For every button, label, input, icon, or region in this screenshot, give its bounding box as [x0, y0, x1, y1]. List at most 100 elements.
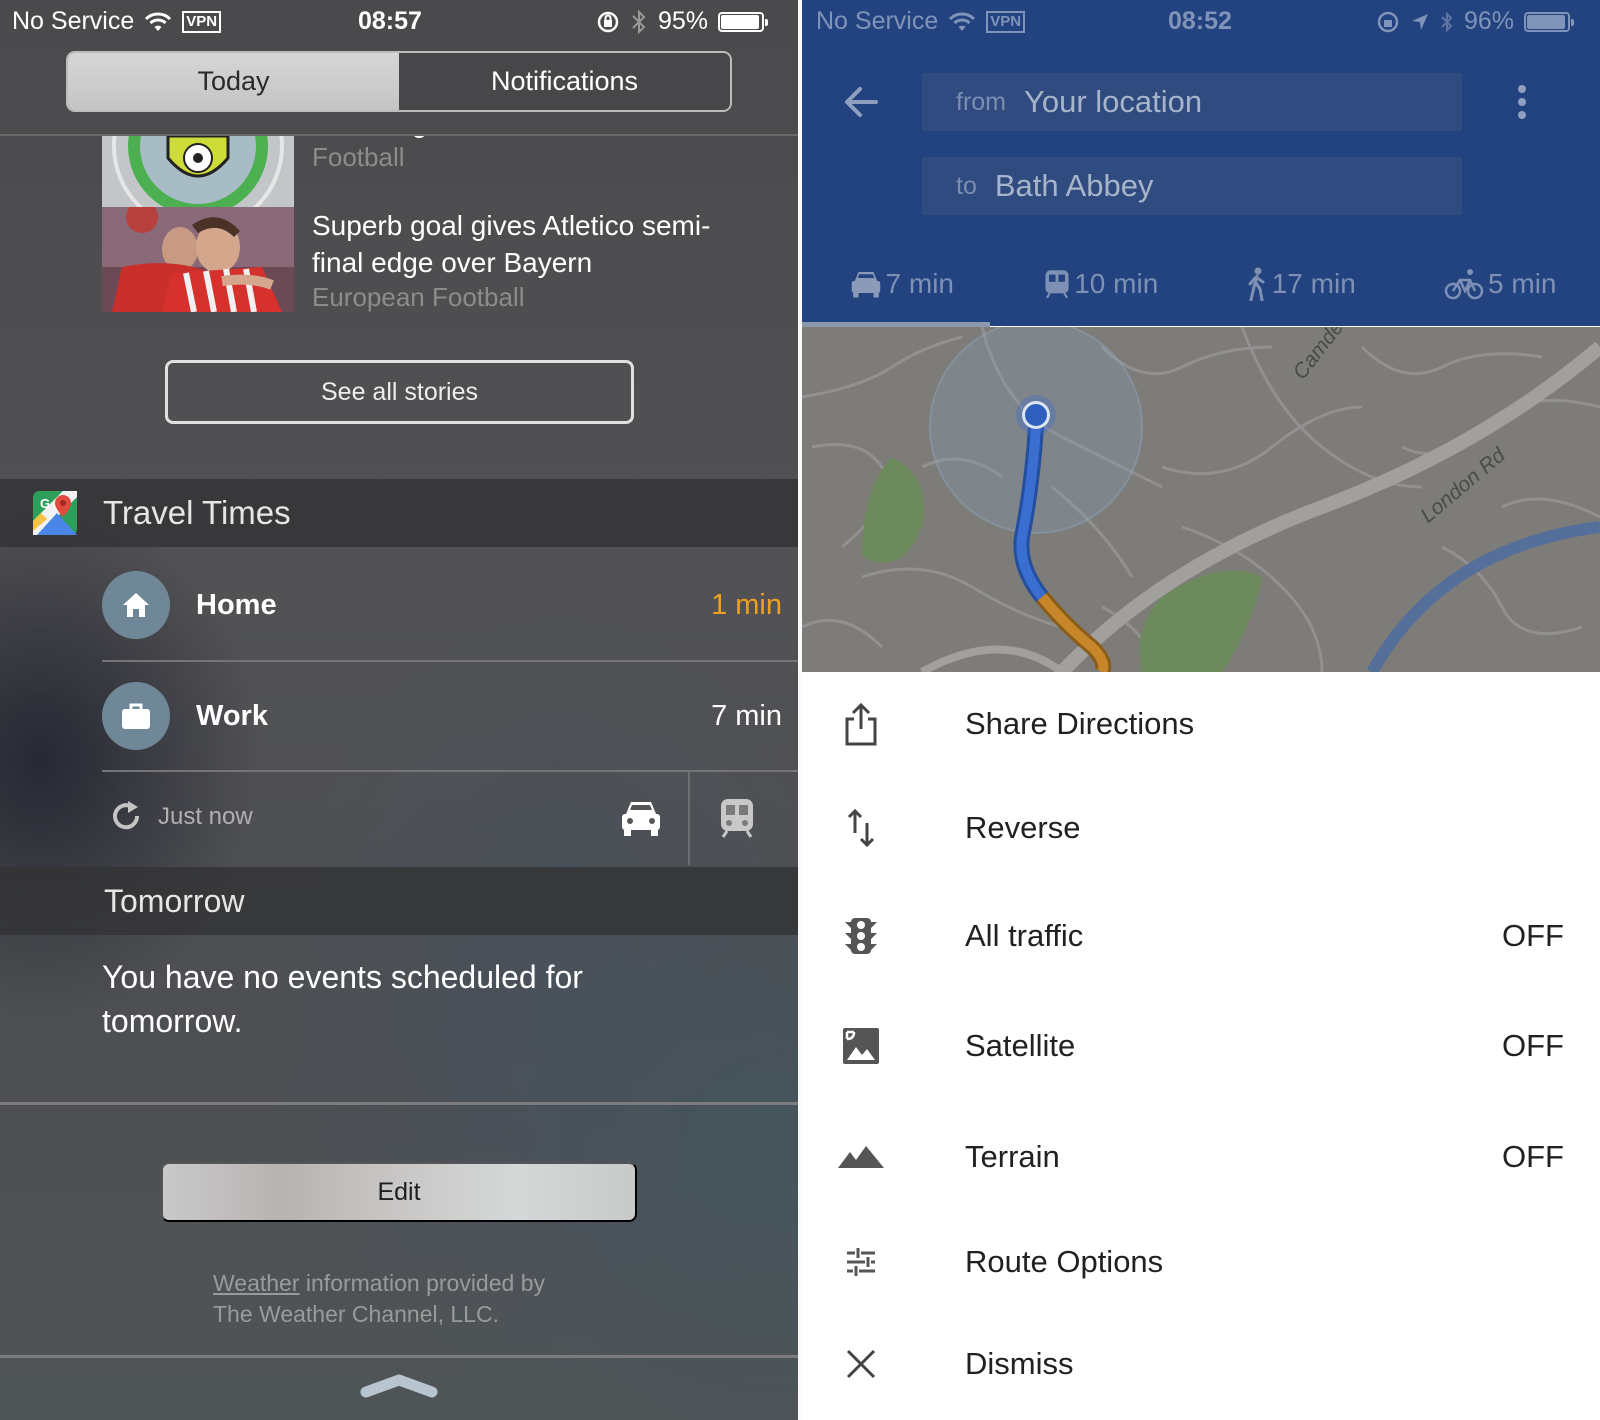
traffic-icon: [845, 918, 877, 954]
clock: 08:57: [358, 7, 422, 35]
home-icon: [102, 571, 170, 639]
section-divider: [0, 1355, 798, 1358]
more-vert-icon: [1518, 85, 1526, 93]
destination-prefix: to: [956, 171, 977, 200]
train-icon: [721, 799, 753, 838]
menu-label: Terrain: [965, 1139, 1060, 1174]
car-mode-button[interactable]: [594, 771, 688, 865]
last-updated-text: Just now: [158, 803, 253, 830]
share-icon: [845, 702, 877, 746]
tomorrow-header: Tomorrow: [0, 867, 798, 935]
edit-widgets-button[interactable]: Edit: [161, 1162, 637, 1222]
briefcase-icon: [102, 682, 170, 750]
transit-mode-button[interactable]: [690, 771, 784, 865]
clock: 08:52: [1168, 7, 1232, 35]
widget-title: Travel Times: [103, 494, 291, 531]
refresh-icon: [113, 801, 140, 830]
tab-drive[interactable]: 7 min: [802, 256, 1002, 312]
menu-label: Satellite: [965, 1028, 1076, 1063]
status-bar: No Service VPN 08:57 95%: [0, 0, 798, 44]
menu-item-all-traffic[interactable]: All traffic OFF: [802, 884, 1600, 988]
tab-walk[interactable]: 17 min: [1201, 256, 1401, 312]
menu-label: Reverse: [965, 810, 1081, 845]
car-icon: [622, 802, 660, 836]
travel-time: 1 min: [711, 588, 782, 621]
travel-place-work[interactable]: Work 7 min: [102, 661, 798, 771]
orientation-lock-icon: [1377, 11, 1399, 32]
carrier-text: No Service: [12, 7, 135, 35]
mode-time: 10 min: [1074, 268, 1159, 299]
section-divider: [0, 1102, 798, 1105]
menu-item-share-directions[interactable]: Share Directions: [802, 672, 1600, 776]
mode-time: 5 min: [1488, 268, 1557, 299]
walk-icon: [1248, 267, 1265, 301]
menu-item-terrain[interactable]: Terrain OFF: [802, 1105, 1600, 1209]
orientation-lock-icon: [597, 11, 619, 32]
menu-label: Dismiss: [965, 1346, 1074, 1381]
menu-item-dismiss[interactable]: Dismiss: [802, 1312, 1600, 1416]
menu-label: Share Directions: [965, 706, 1195, 741]
transit-icon: [1045, 270, 1069, 299]
tab-bike[interactable]: 5 min: [1401, 256, 1600, 312]
refresh-button[interactable]: Just now: [108, 799, 253, 835]
bike-icon: [1444, 269, 1484, 300]
menu-state: OFF: [1502, 918, 1564, 953]
place-name: Work: [196, 699, 268, 732]
header-divider: [0, 134, 798, 136]
reverse-icon: [847, 808, 875, 848]
wifi-icon: [949, 12, 976, 31]
news-item[interactable]: advantage: Atletico & the man... Footbal…: [102, 136, 752, 216]
arrow-left-icon: [845, 87, 878, 117]
news-item[interactable]: Superb goal gives Atletico semi-final ed…: [102, 207, 752, 313]
place-name: Home: [196, 588, 277, 621]
menu-item-satellite[interactable]: Satellite OFF: [802, 994, 1600, 1098]
status-bar: No Service VPN 08:52 96%: [802, 0, 1600, 44]
destination-field[interactable]: to Bath Abbey: [922, 157, 1462, 215]
satellite-icon: [843, 1028, 879, 1064]
see-all-stories-button[interactable]: See all stories: [165, 360, 634, 424]
battery-icon: [1524, 11, 1575, 32]
news-headline: Superb goal gives Atletico semi-final ed…: [312, 210, 711, 278]
vpn-badge: VPN: [182, 10, 222, 33]
location-arrow-icon: [1412, 13, 1428, 30]
route-map[interactable]: Camden London Rd: [802, 327, 1600, 672]
google-maps-icon: G: [33, 491, 77, 535]
weather-link[interactable]: Weather: [213, 1270, 300, 1296]
origin-prefix: from: [956, 87, 1006, 116]
weather-attribution: Weather information provided by The Weat…: [213, 1270, 545, 1327]
close-handle[interactable]: [360, 1372, 438, 1398]
battery-percent: 96%: [1464, 7, 1515, 35]
options-menu: Share Directions Reverse All traffic OFF…: [802, 672, 1600, 1420]
google-maps-directions: No Service VPN 08:52 96% from Your locat…: [802, 0, 1600, 1420]
menu-item-reverse[interactable]: Reverse: [802, 776, 1600, 880]
news-thumbnail-football-crest: [102, 136, 294, 216]
tomorrow-message: You have no events scheduled for tomorro…: [102, 959, 583, 1039]
tab-today[interactable]: Today: [68, 53, 399, 110]
menu-label: Route Options: [965, 1244, 1164, 1279]
news-source: Football: [312, 142, 405, 172]
widget-title: Tomorrow: [104, 882, 245, 919]
travel-time: 7 min: [711, 699, 782, 732]
directions-header: No Service VPN 08:52 96% from Your locat…: [802, 0, 1600, 327]
origin-field[interactable]: from Your location: [922, 73, 1462, 131]
mode-time: 17 min: [1271, 268, 1356, 299]
menu-item-route-options[interactable]: Route Options: [802, 1210, 1600, 1314]
travel-times-header[interactable]: G Travel Times: [0, 479, 798, 547]
vpn-badge: VPN: [986, 10, 1026, 33]
bluetooth-icon: [632, 9, 646, 34]
travel-place-home[interactable]: Home 1 min: [102, 550, 798, 660]
battery-icon: [718, 11, 769, 32]
terrain-icon: [838, 1146, 884, 1168]
origin-value: Your location: [1024, 84, 1203, 119]
news-source: European Football: [312, 282, 525, 312]
close-icon: [846, 1349, 876, 1379]
news-thumbnail-photo: [102, 207, 294, 312]
menu-state: OFF: [1502, 1139, 1564, 1174]
battery-percent: 95%: [658, 7, 709, 35]
back-button[interactable]: [838, 78, 886, 126]
tab-transit[interactable]: 10 min: [1002, 256, 1202, 312]
route-options-icon: [847, 1248, 875, 1276]
tab-notifications[interactable]: Notifications: [399, 53, 730, 110]
more-options-button[interactable]: [1502, 78, 1542, 126]
travel-mode-tabs: 7 min 10 min 17 min 5 min: [802, 256, 1600, 312]
